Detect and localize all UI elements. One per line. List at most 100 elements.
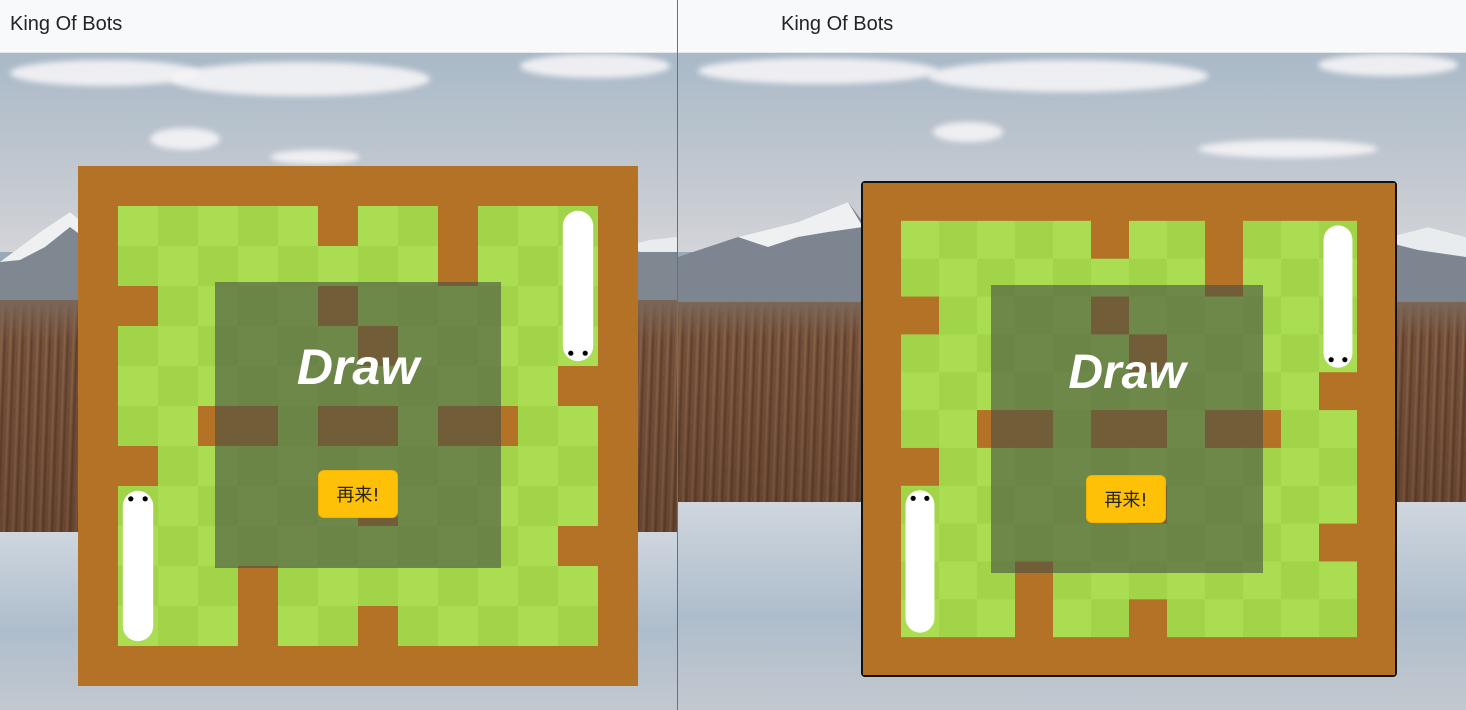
wall-cell [318,166,359,207]
app-title-link[interactable]: King Of Bots [10,13,122,36]
grass-cell [158,486,199,527]
grass-cell [977,599,1016,638]
wall-cell [198,646,239,686]
wall-cell [1357,410,1395,449]
wall-cell [78,606,119,647]
grass-cell [1129,220,1168,260]
wall-cell [118,646,159,686]
wall-cell [518,166,559,207]
wall-cell [598,446,638,487]
grass-cell [901,258,940,298]
wall-cell [1357,599,1395,638]
wall-cell [1357,561,1395,600]
grass-cell [1167,220,1206,260]
wall-cell [118,166,159,207]
wall-cell [198,166,239,207]
grass-cell [1319,410,1358,449]
wall-cell [1205,183,1244,222]
grass-cell [118,366,159,407]
grass-cell [1053,220,1092,260]
grass-cell [278,566,319,607]
snake-a-eye [582,350,588,356]
wall-cell [1015,183,1054,222]
wall-cell [78,286,119,327]
wall-cell [1243,637,1282,675]
wall-cell [78,246,119,287]
wall-cell [863,561,902,600]
grass-cell [278,606,319,647]
wall-cell [1319,637,1358,675]
grass-cell [118,326,159,367]
grass-cell [977,220,1016,260]
wall-cell [1357,523,1395,562]
wall-cell [901,637,940,675]
grass-cell [939,296,978,335]
grass-cell [318,606,359,647]
wall-cell [1091,183,1130,222]
play-again-button[interactable]: 再来! [318,470,398,518]
wall-cell [863,258,902,298]
wall-cell [901,296,940,335]
wall-cell [1091,220,1130,260]
result-text: Draw [296,339,420,395]
snake-a [1323,225,1353,368]
grass-cell [1281,599,1320,638]
grass-cell [558,406,599,447]
grass-cell [1243,220,1282,260]
grass-cell [901,220,940,260]
grass-cell [1053,599,1092,638]
grass-cell [1281,447,1320,487]
grass-cell [1319,485,1358,525]
wall-cell [238,606,279,647]
wall-cell [863,485,902,525]
wall-cell [939,637,978,675]
grass-cell [1319,447,1358,487]
grass-cell [278,246,319,287]
app-title-link[interactable]: King Of Bots [781,13,893,36]
grass-cell [118,246,159,287]
game-map: Draw 再来! [861,181,1397,677]
snake-b [905,490,935,633]
snake-a-eye [1342,357,1348,363]
snake-a-eye [568,350,574,356]
grass-cell [158,246,199,287]
cloud [933,122,1003,142]
grass-cell [1015,220,1054,260]
wall-cell [558,366,599,407]
wall-cell [1357,334,1395,373]
wall-cell [598,406,638,447]
wall-cell [863,183,902,222]
grass-cell [158,446,199,487]
grass-cell [1243,599,1282,638]
wall-cell [1205,220,1244,260]
wall-cell [78,366,119,407]
grass-cell [318,246,359,287]
wall-cell [1091,637,1130,675]
wall-cell [939,183,978,222]
grass-cell [558,566,599,607]
grass-cell [478,606,519,647]
wall-cell [238,166,279,207]
wall-cell [1053,637,1092,675]
wall-cell [1357,183,1395,222]
wall-cell [558,166,599,207]
grass-cell [158,366,199,407]
left-browser-pane: King Of Bots Draw 再来! [0,0,677,710]
wall-cell [1357,296,1395,335]
play-again-button[interactable]: 再来! [1086,475,1166,523]
grass-cell [1319,561,1358,600]
grass-cell [1281,334,1320,373]
grass-cell [1281,258,1320,298]
grass-cell [398,246,439,287]
wall-cell [1015,599,1054,638]
wall-cell [598,366,638,407]
wall-cell [398,646,439,686]
wall-cell [78,566,119,607]
grass-cell [939,523,978,562]
snake-b [122,490,154,642]
wall-cell [1129,183,1168,222]
grass-cell [1281,220,1320,260]
wall-cell [78,446,119,487]
grass-cell [398,566,439,607]
grass-cell [518,326,559,367]
